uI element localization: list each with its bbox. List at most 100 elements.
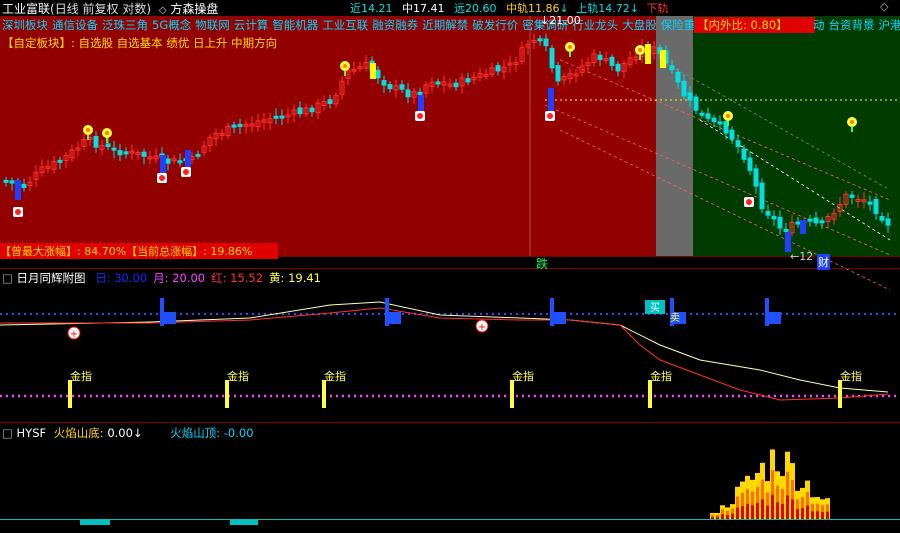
concept-tag[interactable]: 沪港通 [879,18,900,32]
flame-core [766,505,769,519]
concept-tag[interactable]: 破发行价 [472,18,518,32]
candle-body [753,168,759,187]
candle-body [759,182,765,210]
candle-body [309,107,315,113]
candle-body [387,84,393,90]
candle-body [327,99,333,104]
flower-center [850,120,854,124]
candle-body [93,136,99,148]
candle-body [729,129,735,140]
diamond-icon: ◇ [158,5,167,16]
concept-tag[interactable]: 台资背景 [829,18,875,32]
concept-tag[interactable]: 深圳板块 [2,18,48,32]
flame-core [811,511,814,519]
concept-tag[interactable]: 近期解禁 [422,18,468,32]
candle-body [117,150,123,156]
candle-body [819,220,825,224]
warning-icon [744,197,754,207]
flame-bottom-label: 火焰山底: [53,426,108,440]
far-value: 20.60 [465,2,497,15]
candle-body [699,112,705,116]
candle-body [375,69,381,79]
indicator-name[interactable]: 方森操盘 [170,2,218,16]
gold-bar [225,380,229,408]
special-candle [645,44,651,64]
cur-gain-value: 19.86% [210,245,253,258]
warning-icon [13,207,23,217]
concept-tag[interactable]: 泛珠三角 [102,18,148,32]
grid-icon[interactable]: □ [2,426,13,440]
warning-icon [545,111,555,121]
gold-label: 金指 [70,369,92,383]
concept-tag[interactable]: 云计算 [234,18,269,32]
special-candle [15,180,21,200]
candle-body [141,151,147,157]
flame-core [821,512,824,519]
chart-mode[interactable]: (日线 前复权 对数) [50,2,151,16]
sub1-title[interactable]: 日月同辉附图 [17,271,86,285]
sub1-legend-item: 黄: 19.41 [269,271,321,285]
sub1-legend-item: 红: 15.52 [211,271,264,285]
candle-body [57,159,63,163]
shanggui-value: 14.72 [598,2,630,15]
flame-mountain-histogram [80,449,830,525]
flame-core [781,503,784,519]
xiagui-label: 下轨 [646,2,669,15]
candle-body [195,153,201,157]
warning-dot [547,113,553,119]
concept-tag[interactable]: 动 [813,18,825,32]
candle-body [111,147,117,151]
candle-body [3,179,9,183]
candle-body [687,92,693,101]
gold-label: 金指 [650,369,672,383]
far-label: 远 [454,2,465,15]
diamond-icon[interactable]: ◇ [880,0,888,13]
cur-gain-label: 【当前总涨幅】: [126,245,211,258]
concept-tag[interactable]: 大盘股 [622,18,657,32]
stock-name[interactable]: 工业富联 [2,2,50,16]
plus-circle-glyph: + [70,329,78,340]
flame-core [801,508,804,519]
candle-body [807,218,813,222]
gold-bar [510,380,514,408]
zhonggui-label: 中轨 [506,2,528,15]
sub2-title[interactable]: HYSF [17,426,47,440]
candle-body [9,180,15,184]
concept-tag[interactable]: 工业互联 [322,18,368,32]
special-candle [548,88,554,112]
candle-body [435,81,441,85]
cai-label: 财 [817,254,830,270]
cyan-base [230,519,258,525]
special-candle [785,232,791,252]
chart-canvas[interactable]: 买卖金指 金指 金指 金指 金指 金指 + + [0,0,900,533]
concept-tag[interactable]: 5G概念 [152,18,191,32]
blue-block [389,312,401,324]
ratio-box: 【内外比: 0.80】 [694,17,815,33]
plus-circle-glyph: + [478,322,486,333]
mid-label: 中 [402,2,413,15]
flower-center [105,131,109,135]
candle-body [555,65,561,82]
sub1-legend-item: 日: 30.00 [95,271,148,285]
flame-core [746,503,749,519]
flame-top-value: -0.00 [223,426,254,440]
sub1-legend-item: 月: 20.00 [153,271,206,285]
candle-body [615,63,621,72]
flame-core [721,514,724,519]
plus-circle-icon: + [475,319,489,333]
concept-tag[interactable]: 智能机器 [272,18,318,32]
red-line [0,307,889,401]
concept-tag[interactable]: 融资融券 [372,18,418,32]
candle-body [405,89,411,98]
flower-center [86,128,90,132]
flame-core [726,514,729,519]
flame-core [826,511,829,519]
flower-center [638,48,642,52]
grid-icon[interactable]: □ [2,271,13,285]
concept-tag[interactable]: 物联网 [195,18,230,32]
blue-spike [765,298,769,326]
concept-tag[interactable]: 通信设备 [52,18,98,32]
die-label: 跌 [536,257,549,271]
candle-body [867,201,873,205]
candle-body [465,78,471,83]
